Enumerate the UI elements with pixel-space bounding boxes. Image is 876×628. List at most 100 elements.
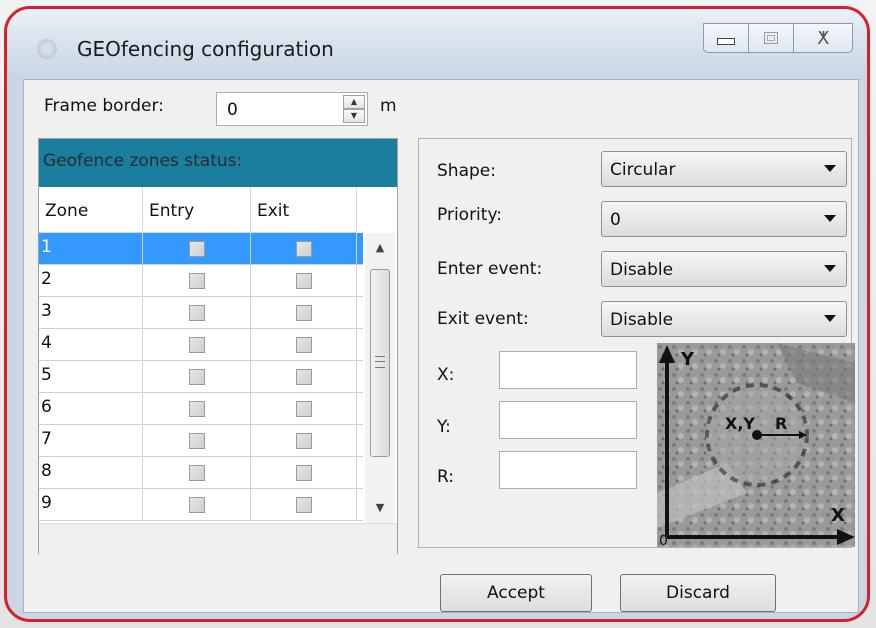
maximize-button[interactable] [748,23,794,53]
shape-select[interactable]: Circular [601,151,847,187]
column-header-zone[interactable]: Zone [39,187,143,233]
exit-checkbox[interactable] [295,400,312,417]
table-row[interactable]: 4 [39,329,363,361]
entry-cell [143,297,251,328]
maximize-icon [764,32,778,44]
column-header-entry[interactable]: Entry [143,187,251,233]
entry-cell [143,265,251,296]
spin-buttons: ▲ ▼ [343,95,365,123]
scroll-up-icon[interactable]: ▲ [365,233,395,263]
shape-value: Circular [610,160,676,180]
priority-value: 0 [610,210,621,230]
zone-settings-panel: Shape: Circular Priority: 0 Enter event:… [418,138,855,548]
exit-checkbox[interactable] [295,432,312,449]
x-input[interactable] [499,351,637,389]
entry-cell [143,457,251,488]
exit-checkbox[interactable] [295,464,312,481]
entry-checkbox[interactable] [188,432,205,449]
horizontal-scrollbar[interactable] [39,523,397,554]
zone-cell[interactable]: 9 [39,489,143,520]
table-row[interactable]: 2 [39,265,363,297]
zones-table-header: Geofence zones status: [39,139,397,187]
exit-cell [251,361,357,392]
entry-checkbox[interactable] [188,336,205,353]
zone-cell[interactable]: 8 [39,457,143,488]
radius-label: R [775,414,787,433]
column-header-exit[interactable]: Exit [251,187,357,233]
zone-cell[interactable]: 7 [39,425,143,456]
y-label: Y: [437,417,451,437]
zone-cell[interactable]: 5 [39,361,143,392]
minimize-icon [717,37,735,45]
enter-event-value: Disable [610,260,674,280]
r-input[interactable] [499,451,637,489]
entry-checkbox[interactable] [188,400,205,417]
close-button[interactable]: ⵅ [793,23,853,53]
entry-checkbox[interactable] [188,368,205,385]
exit-checkbox[interactable] [295,368,312,385]
scroll-down-icon[interactable]: ▼ [365,493,395,523]
shape-label: Shape: [437,161,496,181]
exit-event-select[interactable]: Disable [601,301,847,337]
y-input[interactable] [499,401,637,439]
exit-checkbox[interactable] [295,304,312,321]
table-row[interactable]: 8 [39,457,363,489]
minimize-button[interactable] [703,23,749,53]
entry-cell [143,425,251,456]
axis-y-label: Y [680,349,695,370]
exit-cell [251,233,357,264]
vertical-scrollbar[interactable]: ▲ ▼ [365,233,395,523]
table-row[interactable]: 1 [39,233,363,265]
priority-label: Priority: [437,205,502,225]
entry-checkbox[interactable] [188,272,205,289]
x-label: X: [437,365,455,385]
frame-border-label: Frame border: [44,96,164,116]
enter-event-label: Enter event: [437,259,543,279]
table-row[interactable]: 6 [39,393,363,425]
spin-up-icon[interactable]: ▲ [343,95,365,109]
entry-cell [143,393,251,424]
window-controls: ⵅ [703,23,853,53]
axis-x-label: X [831,505,845,526]
frame-border-spinbox[interactable]: 0 ▲ ▼ [216,92,368,126]
zone-cell[interactable]: 1 [39,233,143,264]
column-headers: Zone Entry Exit [39,187,363,233]
accept-button[interactable]: Accept [440,574,592,612]
zone-cell[interactable]: 6 [39,393,143,424]
priority-select[interactable]: 0 [601,201,847,237]
scroll-thumb[interactable] [370,269,390,457]
discard-button[interactable]: Discard [620,574,776,612]
entry-checkbox[interactable] [188,304,205,321]
exit-event-value: Disable [610,310,674,330]
table-row[interactable]: 3 [39,297,363,329]
exit-cell [251,297,357,328]
chevron-down-icon [824,215,836,222]
table-row[interactable]: 7 [39,425,363,457]
frame-border-unit: m [380,96,397,116]
grip-icon [375,356,385,368]
exit-checkbox[interactable] [295,336,312,353]
exit-cell [251,489,357,520]
exit-checkbox[interactable] [295,496,312,513]
r-label: R: [437,467,455,487]
entry-checkbox[interactable] [188,496,205,513]
entry-checkbox[interactable] [188,464,205,481]
table-row[interactable]: 9 [39,489,363,521]
frame-border-value[interactable]: 0 [227,100,238,120]
zone-cell[interactable]: 3 [39,297,143,328]
close-icon: ⵅ [817,27,829,49]
spin-down-icon[interactable]: ▼ [343,109,365,123]
title-bar[interactable]: GEOfencing configuration ⵅ [7,9,867,77]
zone-cell[interactable]: 2 [39,265,143,296]
enter-event-select[interactable]: Disable [601,251,847,287]
entry-cell [143,361,251,392]
entry-checkbox[interactable] [188,240,205,257]
origin-label: 0 [659,533,668,547]
table-row[interactable]: 5 [39,361,363,393]
entry-cell [143,329,251,360]
exit-checkbox[interactable] [295,272,312,289]
exit-checkbox[interactable] [295,240,312,257]
center-label: X,Y [725,414,755,433]
window-title: GEOfencing configuration [77,37,334,61]
zone-cell[interactable]: 4 [39,329,143,360]
